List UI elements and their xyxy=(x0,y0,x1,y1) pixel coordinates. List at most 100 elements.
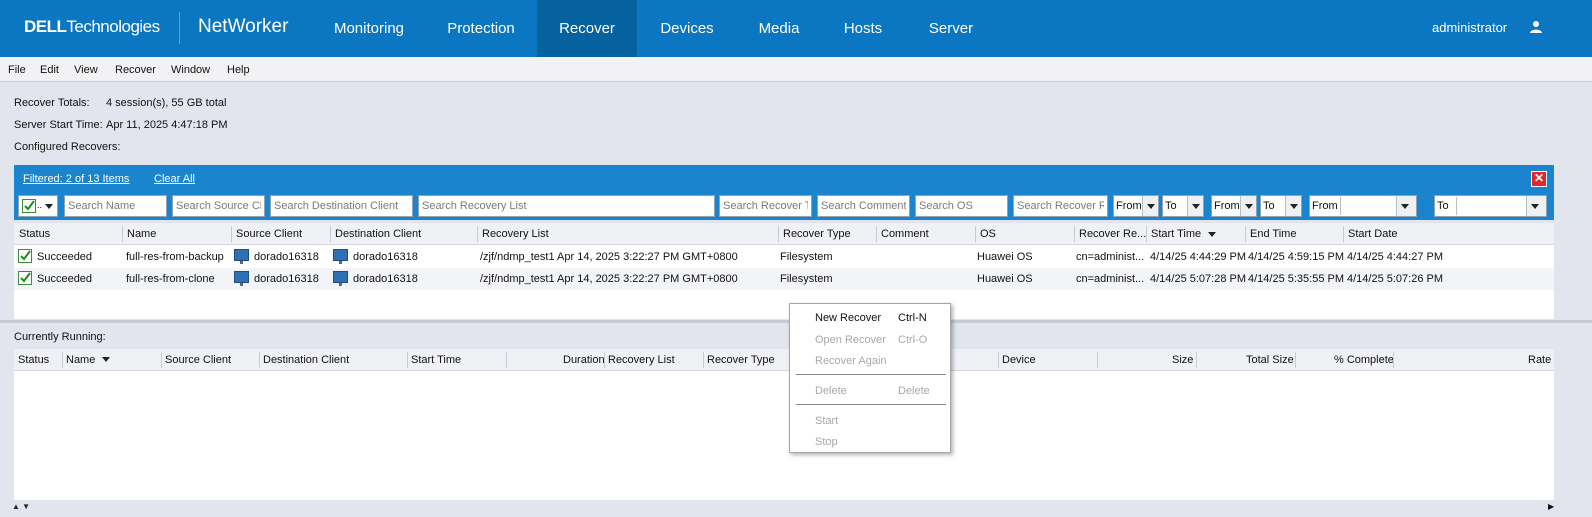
cell-start-time: 4/14/25 5:07:28 PM xyxy=(1150,273,1247,285)
menu-window[interactable]: Window xyxy=(171,64,210,76)
checkbox-icon xyxy=(22,199,36,213)
filtered-count-link[interactable]: Filtered: 2 of 13 Items xyxy=(23,173,129,185)
menu-item-recover-again[interactable]: Recover Again xyxy=(815,355,887,367)
table-header: Status Name Source Client Destination Cl… xyxy=(14,349,1554,371)
menu-edit[interactable]: Edit xyxy=(40,64,59,76)
currently-running-label: Currently Running: xyxy=(14,331,106,343)
table-row[interactable]: Succeeded full-res-from-backup dorado163… xyxy=(14,246,1554,268)
search-comment-input[interactable] xyxy=(817,195,910,217)
nav-tab-recover[interactable]: Recover xyxy=(537,0,637,57)
start-date-to-picker[interactable]: To xyxy=(1434,195,1547,217)
menu-item-stop[interactable]: Stop xyxy=(815,436,838,448)
chevron-down-icon xyxy=(1396,196,1416,216)
start-date-from-picker[interactable]: From xyxy=(1309,195,1417,217)
sort-descending-icon xyxy=(1208,232,1216,237)
nav-tab-hosts[interactable]: Hosts xyxy=(833,0,893,57)
cell-name: full-res-from-backup xyxy=(126,251,224,263)
person-icon[interactable] xyxy=(1529,20,1543,34)
chevron-down-icon xyxy=(1142,196,1158,216)
recover-totals: Recover Totals: 4 session(s), 55 GB total xyxy=(14,97,227,109)
cell-name: full-res-from-clone xyxy=(126,273,215,285)
menu-view[interactable]: View xyxy=(74,64,98,76)
column-header-destination-client[interactable]: Destination Client xyxy=(263,354,349,366)
dell-technologies-logo: DELLTechnologies xyxy=(24,17,160,36)
cell-recover-type: Filesystem xyxy=(780,251,833,263)
column-header-start-time[interactable]: Start Time xyxy=(1151,228,1201,240)
search-recover-requestor-input[interactable] xyxy=(1013,195,1108,217)
success-check-icon xyxy=(18,271,32,285)
column-header-comment[interactable]: Comment xyxy=(881,228,929,240)
cell-destination-client: dorado16318 xyxy=(353,273,418,285)
brand-divider xyxy=(179,12,180,44)
search-recovery-list-input[interactable] xyxy=(418,195,715,217)
column-header-status[interactable]: Status xyxy=(19,228,50,240)
column-header-recover-type[interactable]: Recover Type xyxy=(707,354,775,366)
configured-recovers-table: Status Name Source Client Destination Cl… xyxy=(14,223,1554,319)
clear-all-link[interactable]: Clear All xyxy=(154,173,195,185)
filter-bar: Filtered: 2 of 13 Items Clear All ✕ .. F… xyxy=(14,165,1554,220)
cell-destination-client: dorado16318 xyxy=(353,251,418,263)
column-header-recover-type[interactable]: Recover Type xyxy=(783,228,851,240)
search-name-input[interactable] xyxy=(64,195,167,217)
nav-tab-devices[interactable]: Devices xyxy=(650,0,724,57)
currently-running-table: Status Name Source Client Destination Cl… xyxy=(14,349,1554,500)
menu-help[interactable]: Help xyxy=(227,64,250,76)
start-time-from-dropdown[interactable]: From xyxy=(1113,195,1159,217)
cell-end-time: 4/14/25 4:59:15 PM xyxy=(1248,251,1345,263)
cell-recover-requestor: cn=administ... xyxy=(1076,273,1145,285)
column-header-source-client[interactable]: Source Client xyxy=(236,228,302,240)
column-header-name[interactable]: Name xyxy=(66,354,95,366)
shortcut-open-recover: Ctrl-O xyxy=(898,334,928,346)
search-source-client-input[interactable] xyxy=(172,195,265,217)
menu-separator xyxy=(796,404,946,405)
column-header-source-client[interactable]: Source Client xyxy=(165,354,231,366)
status-filter-dropdown[interactable]: .. xyxy=(18,195,58,217)
menu-recover[interactable]: Recover xyxy=(115,64,156,76)
shortcut-new-recover: Ctrl-N xyxy=(898,312,927,324)
end-time-to-dropdown[interactable]: To xyxy=(1260,195,1302,217)
shortcut-delete: Delete xyxy=(898,385,930,397)
nav-tab-server[interactable]: Server xyxy=(920,0,982,57)
menu-item-delete[interactable]: Delete xyxy=(815,385,847,397)
search-os-input[interactable] xyxy=(915,195,1008,217)
product-name: NetWorker xyxy=(198,16,289,37)
scroll-right-icon[interactable]: ▶ xyxy=(1548,502,1554,511)
pane-collapse-arrows[interactable]: ▲ ▼ xyxy=(12,502,30,511)
menu-file[interactable]: File xyxy=(8,64,26,76)
cell-status: Succeeded xyxy=(37,273,93,285)
column-header-size[interactable]: Size xyxy=(1172,354,1193,366)
column-header-start-time[interactable]: Start Time xyxy=(411,354,461,366)
column-header-total-size[interactable]: Total Size xyxy=(1246,354,1294,366)
menu-item-open-recover[interactable]: Open Recover xyxy=(815,334,886,346)
column-header-os[interactable]: OS xyxy=(980,228,996,240)
search-recover-type-input[interactable] xyxy=(719,195,812,217)
start-time-to-dropdown[interactable]: To xyxy=(1162,195,1204,217)
column-header-name[interactable]: Name xyxy=(127,228,156,240)
menu-item-new-recover[interactable]: New Recover xyxy=(815,312,881,324)
menu-item-start[interactable]: Start xyxy=(815,415,838,427)
cell-source-client: dorado16318 xyxy=(254,251,319,263)
search-destination-client-input[interactable] xyxy=(270,195,413,217)
column-header-device[interactable]: Device xyxy=(1002,354,1036,366)
menu-bar: File Edit View Recover Window Help xyxy=(0,57,1592,82)
column-header-recovery-list[interactable]: Recovery List xyxy=(482,228,549,240)
column-header-end-time[interactable]: End Time xyxy=(1250,228,1296,240)
nav-tab-protection[interactable]: Protection xyxy=(432,0,530,57)
column-header-rate[interactable]: Rate xyxy=(1528,354,1551,366)
nav-tab-monitoring[interactable]: Monitoring xyxy=(320,0,418,57)
user-name[interactable]: administrator xyxy=(1432,20,1507,35)
column-header-duration[interactable]: Duration xyxy=(563,354,605,366)
table-row[interactable]: Succeeded full-res-from-clone dorado1631… xyxy=(14,268,1554,290)
chevron-down-icon xyxy=(1240,196,1256,216)
close-icon[interactable]: ✕ xyxy=(1531,171,1547,187)
cell-os: Huawei OS xyxy=(977,251,1033,263)
end-time-from-dropdown[interactable]: From xyxy=(1211,195,1257,217)
column-header-recover-requestor[interactable]: Recover Re... xyxy=(1079,228,1146,240)
column-header-percent-complete[interactable]: % Complete xyxy=(1334,354,1394,366)
host-monitor-icon xyxy=(234,271,249,286)
column-header-recovery-list[interactable]: Recovery List xyxy=(608,354,675,366)
nav-tab-media[interactable]: Media xyxy=(750,0,808,57)
column-header-status[interactable]: Status xyxy=(18,354,49,366)
column-header-destination-client[interactable]: Destination Client xyxy=(335,228,421,240)
column-header-start-date[interactable]: Start Date xyxy=(1348,228,1398,240)
